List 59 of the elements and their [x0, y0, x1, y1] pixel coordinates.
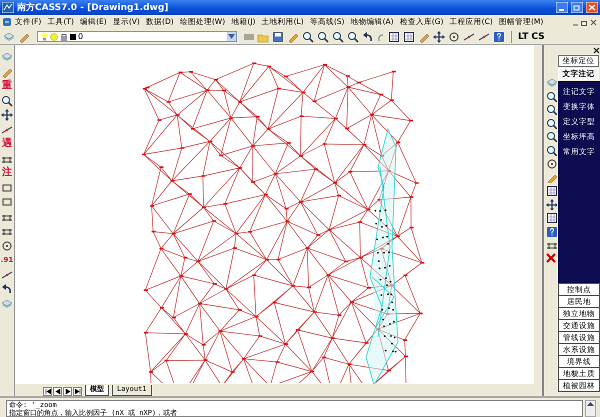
move-icon[interactable] [1, 109, 13, 121]
minimize-icon[interactable] [556, 2, 568, 13]
help-icon[interactable] [546, 226, 556, 236]
window-title: 南方CASS7.0 - [Drawing1.dwg] [17, 1, 170, 14]
tab-scroll-button[interactable] [53, 387, 62, 396]
undo-icon[interactable] [362, 30, 374, 42]
grid-icon[interactable] [546, 212, 556, 223]
arrow-icon [44, 389, 50, 394]
zoom-icon[interactable] [1, 94, 13, 106]
tool-glyph-icon[interactable]: 遇 [2, 138, 12, 150]
tab-scroll-button[interactable] [63, 387, 72, 396]
zoom-icon[interactable] [546, 118, 556, 128]
grid-icon[interactable] [403, 30, 415, 42]
zoom-icon[interactable] [546, 131, 556, 142]
layer-combo[interactable]: 0 [37, 31, 237, 42]
close-icon[interactable] [593, 47, 600, 54]
arrow-icon [74, 389, 80, 394]
rectangle-icon[interactable] [1, 182, 13, 194]
zoom-icon[interactable] [347, 30, 359, 42]
dropdown-arrow-icon[interactable] [228, 34, 235, 39]
toolbar-label[interactable]: CS [531, 32, 545, 42]
circle-icon[interactable] [1, 240, 13, 252]
toolbar-label[interactable]: LT [518, 32, 528, 42]
layer-name: 0 [78, 32, 84, 41]
close-icon[interactable] [589, 18, 598, 26]
zoom-icon[interactable] [332, 30, 344, 42]
move-icon[interactable] [546, 198, 556, 210]
sun-icon [50, 32, 58, 40]
line-icon[interactable] [463, 30, 475, 42]
layers-icon[interactable] [1, 51, 13, 63]
zoom-icon[interactable] [302, 30, 314, 42]
restore-icon[interactable] [571, 2, 583, 13]
line-icon[interactable] [478, 30, 490, 42]
zoom-icon[interactable] [546, 104, 556, 115]
save-icon[interactable] [272, 30, 284, 42]
layers-icon[interactable] [3, 30, 15, 42]
undo-icon[interactable] [1, 283, 13, 295]
line-icon[interactable] [1, 268, 13, 280]
line-icon[interactable] [1, 124, 13, 136]
zoom-icon[interactable] [546, 90, 556, 102]
scroll-up-icon[interactable] [587, 401, 594, 406]
grid-icon[interactable] [388, 30, 400, 42]
bulb-icon [41, 32, 48, 41]
tab-scroll-button[interactable] [73, 387, 82, 396]
help-icon[interactable] [493, 30, 505, 42]
app-logo-icon [2, 2, 14, 13]
color-swatch-icon [70, 34, 76, 40]
tool-glyph-icon[interactable]: 注 [2, 167, 12, 179]
tab-scroll-button[interactable] [43, 387, 52, 396]
lineweight-icon[interactable] [244, 34, 254, 40]
zoom-icon[interactable] [546, 144, 556, 156]
tool-glyph-icon[interactable]: 重 [2, 80, 12, 92]
rectangle-icon[interactable] [1, 196, 13, 208]
move-icon[interactable] [433, 30, 445, 42]
circle-icon[interactable] [448, 30, 460, 42]
zoom-icon[interactable] [317, 30, 329, 42]
grid-icon[interactable] [546, 185, 556, 196]
lock-icon [60, 32, 68, 40]
circle-icon[interactable] [546, 158, 556, 169]
